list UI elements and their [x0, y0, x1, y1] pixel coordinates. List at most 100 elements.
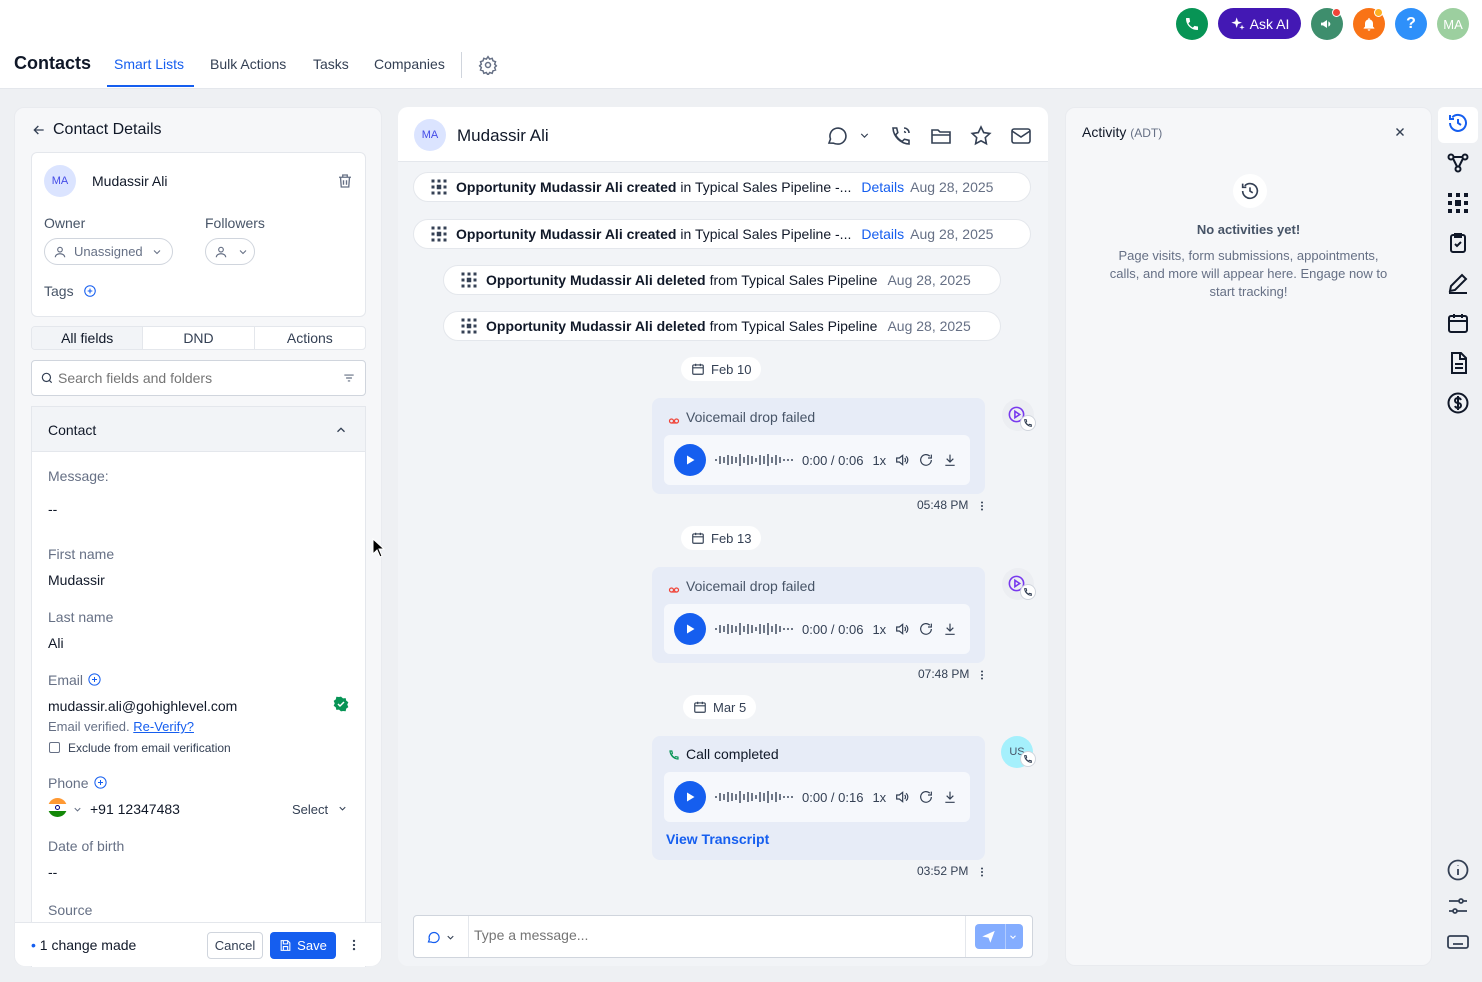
calendar-icon[interactable]	[1446, 311, 1470, 335]
close-icon[interactable]	[1393, 125, 1407, 139]
waveform[interactable]	[714, 452, 794, 468]
replay-icon[interactable]	[918, 621, 934, 637]
chevron-down-icon[interactable]	[337, 803, 348, 814]
first-name-field[interactable]: Mudassir	[48, 572, 105, 588]
event-text: in Typical Sales Pipeline -...	[680, 179, 852, 195]
back-arrow-icon[interactable]	[31, 122, 47, 138]
ask-ai-button[interactable]: Ask AI	[1218, 8, 1301, 39]
opportunity-icon[interactable]	[1446, 191, 1470, 215]
followers-select[interactable]	[205, 238, 255, 265]
more-vertical-icon[interactable]	[976, 500, 988, 512]
tab-smart-lists[interactable]: Smart Lists	[114, 56, 184, 72]
play-button[interactable]	[674, 444, 706, 476]
more-vertical-icon[interactable]	[976, 669, 988, 681]
details-link[interactable]: Details	[861, 226, 904, 242]
help-button[interactable]: ?	[1395, 8, 1427, 40]
add-email-icon[interactable]	[87, 672, 102, 687]
changes-count: • 1 change made	[31, 937, 137, 953]
volume-icon[interactable]	[894, 621, 910, 637]
user-avatar[interactable]: MA	[1437, 8, 1469, 40]
last-name-field[interactable]: Ali	[48, 635, 64, 651]
phone-badge-icon	[1020, 415, 1036, 431]
tab-dnd[interactable]: DND	[143, 327, 255, 349]
waveform[interactable]	[714, 789, 794, 805]
replay-icon[interactable]	[918, 452, 934, 468]
tab-bulk-actions[interactable]: Bulk Actions	[210, 56, 286, 72]
phone-type-select[interactable]: Select	[292, 802, 328, 817]
trash-icon[interactable]	[336, 172, 354, 190]
filter-icon[interactable]	[342, 371, 356, 385]
chevron-down-icon[interactable]	[445, 932, 456, 943]
add-tag-icon[interactable]	[83, 284, 97, 298]
download-icon[interactable]	[942, 621, 958, 637]
waveform[interactable]	[714, 621, 794, 637]
task-icon[interactable]	[1446, 231, 1470, 255]
document-icon[interactable]	[1446, 351, 1470, 375]
field-search[interactable]	[31, 360, 366, 396]
india-flag-icon[interactable]	[48, 798, 67, 817]
phone-icon	[1186, 18, 1198, 30]
search-input[interactable]	[58, 370, 338, 386]
more-vertical-icon[interactable]	[347, 938, 361, 952]
mouse-cursor-icon	[372, 538, 386, 558]
gear-icon[interactable]	[478, 55, 498, 75]
volume-icon[interactable]	[894, 789, 910, 805]
chat-channel-icon[interactable]	[426, 930, 441, 945]
pen-icon[interactable]	[1446, 271, 1470, 295]
tab-tasks[interactable]: Tasks	[313, 56, 349, 72]
speed-button[interactable]: 1x	[872, 622, 886, 637]
owner-select[interactable]: Unassigned	[44, 238, 173, 265]
chat-bubble-icon[interactable]	[825, 124, 849, 148]
tab-companies[interactable]: Companies	[374, 56, 445, 72]
play-icon	[687, 455, 695, 465]
chevron-up-icon[interactable]	[334, 423, 348, 437]
details-link[interactable]: Details	[861, 179, 904, 195]
announcements-button[interactable]	[1311, 8, 1343, 40]
notifications-button[interactable]	[1353, 8, 1385, 40]
add-phone-icon[interactable]	[93, 775, 108, 790]
view-transcript-link[interactable]: View Transcript	[666, 831, 769, 847]
speed-button[interactable]: 1x	[872, 790, 886, 805]
volume-icon[interactable]	[894, 452, 910, 468]
field-tabs: All fields DND Actions	[31, 326, 366, 350]
chevron-down-icon[interactable]	[858, 129, 871, 142]
phone-call-icon[interactable]	[889, 124, 913, 148]
section-header[interactable]: Contact	[32, 407, 365, 452]
info-icon[interactable]	[1446, 858, 1470, 882]
conversation-avatar: MA	[414, 119, 446, 151]
keyboard-icon[interactable]	[1446, 930, 1470, 954]
exclude-label: Exclude from email verification	[68, 741, 231, 755]
download-icon[interactable]	[942, 452, 958, 468]
speed-button[interactable]: 1x	[872, 453, 886, 468]
owner-label: Owner	[44, 215, 86, 231]
replay-icon[interactable]	[918, 789, 934, 805]
phone-field[interactable]: +91 12347483	[90, 801, 180, 817]
dollar-icon[interactable]	[1446, 391, 1470, 415]
reverify-link[interactable]: Re-Verify?	[133, 719, 194, 734]
tab-actions[interactable]: Actions	[255, 327, 365, 349]
mail-icon[interactable]	[1009, 124, 1033, 148]
folder-icon[interactable]	[929, 124, 953, 148]
email-field[interactable]: mudassir.ali@gohighlevel.com	[48, 698, 237, 714]
workflow-icon[interactable]	[1446, 151, 1470, 175]
activity-history-icon[interactable]	[1446, 111, 1470, 135]
more-vertical-icon[interactable]	[976, 866, 988, 878]
star-icon[interactable]	[969, 124, 993, 148]
send-icon	[982, 930, 995, 943]
play-button[interactable]	[674, 613, 706, 645]
save-button[interactable]: Save	[270, 932, 336, 959]
cancel-button[interactable]: Cancel	[207, 932, 263, 959]
play-button[interactable]	[674, 781, 706, 813]
sliders-icon[interactable]	[1446, 894, 1470, 918]
send-button[interactable]	[975, 924, 1023, 949]
message-input[interactable]	[474, 927, 894, 943]
message-value[interactable]: --	[48, 501, 57, 517]
phone-button[interactable]	[1176, 8, 1208, 40]
sparkle-icon	[1230, 16, 1245, 30]
tab-all-fields[interactable]: All fields	[32, 327, 144, 349]
divider	[461, 52, 462, 78]
exclude-checkbox[interactable]	[49, 742, 60, 753]
chevron-down-icon[interactable]	[72, 804, 83, 815]
download-icon[interactable]	[942, 789, 958, 805]
dob-field[interactable]: --	[48, 864, 57, 880]
